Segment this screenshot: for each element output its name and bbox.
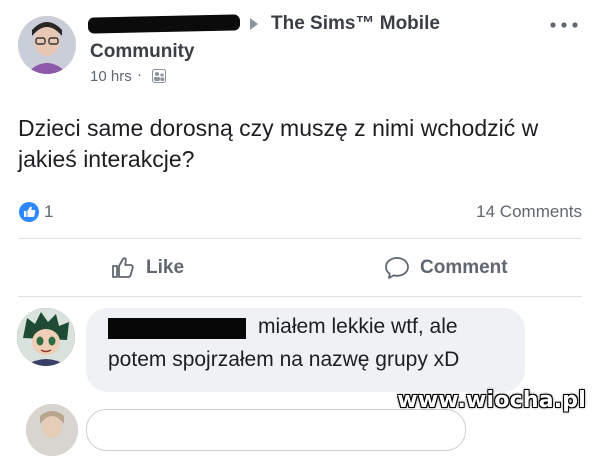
like-button-label: Like xyxy=(146,257,185,278)
author-name-redacted xyxy=(87,14,241,34)
like-button[interactable]: Like xyxy=(110,248,184,288)
commenter-avatar[interactable] xyxy=(17,308,75,366)
group-link[interactable]: The Sims™ Mobile xyxy=(271,13,440,35)
more-options-icon[interactable] xyxy=(548,20,580,30)
comment-text-line: potem spojrzałem na nazwę grupy xD xyxy=(108,348,460,371)
post-body: Dzieci same dorosną czy muszę z nimi wch… xyxy=(18,115,539,172)
divider xyxy=(18,238,582,239)
next-commenter-avatar[interactable] xyxy=(26,404,78,456)
commenter-name-redacted xyxy=(108,318,246,339)
comment-button[interactable]: Comment xyxy=(384,248,508,288)
divider xyxy=(18,296,582,297)
avatar-image xyxy=(18,16,76,74)
separator-dot: · xyxy=(137,66,142,83)
post-timestamp[interactable]: 10 hrs xyxy=(90,68,132,85)
author-avatar[interactable] xyxy=(18,16,76,74)
like-count[interactable]: 1 xyxy=(44,202,53,222)
like-reaction-icon[interactable] xyxy=(19,202,39,222)
avatar-image xyxy=(17,308,75,366)
speech-bubble-icon xyxy=(385,257,409,279)
comment-count[interactable]: 14 Comments xyxy=(476,202,582,222)
privacy-group-icon xyxy=(152,69,166,83)
arrow-right-icon xyxy=(250,18,258,30)
comment-text-line: miałem lekkie wtf, ale xyxy=(258,315,458,338)
watermark: www.wiocha.pl xyxy=(397,388,586,413)
group-link-continued[interactable]: Community xyxy=(90,41,195,63)
thumbs-up-icon xyxy=(112,257,134,278)
comment-button-label: Comment xyxy=(420,257,508,278)
next-comment-bubble xyxy=(86,409,466,451)
